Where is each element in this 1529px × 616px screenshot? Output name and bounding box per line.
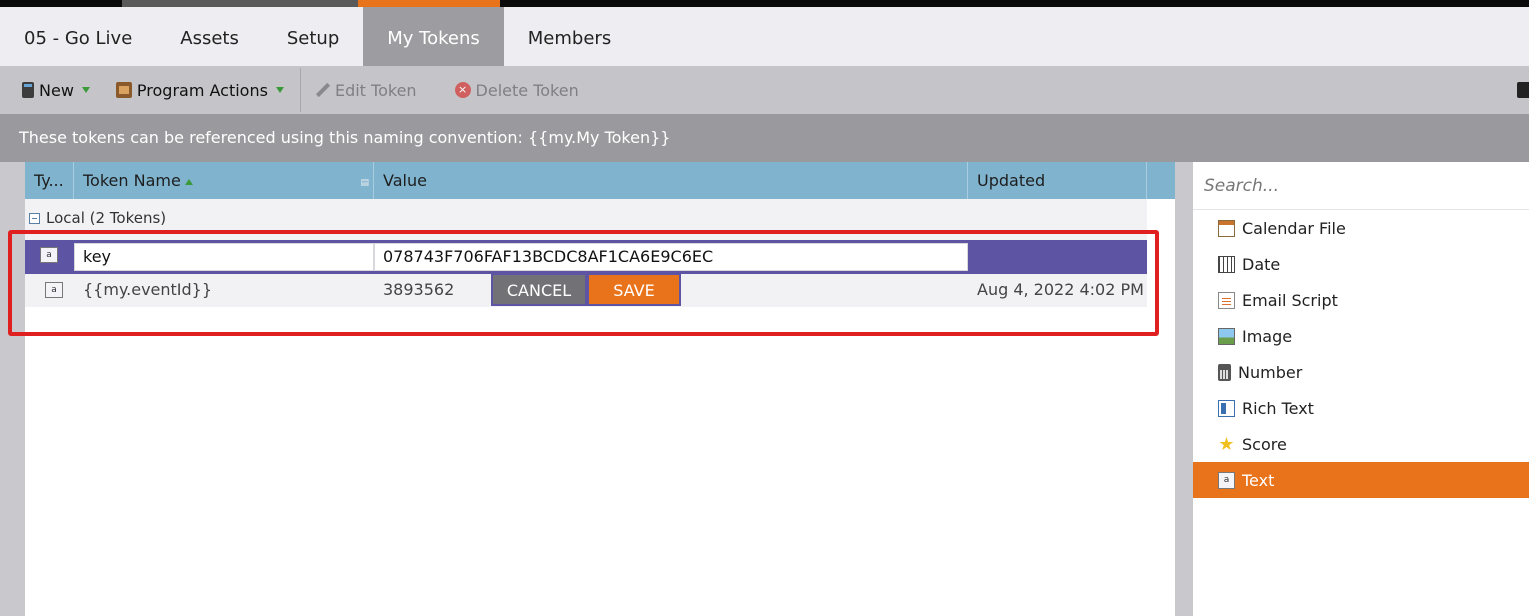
type-item-date[interactable]: Date	[1193, 246, 1529, 282]
type-item-text[interactable]: a Text	[1193, 462, 1529, 498]
column-updated-label: Updated	[977, 171, 1046, 190]
tab-members[interactable]: Members	[504, 7, 635, 66]
token-types-panel: Search... Calendar File Date Email Scrip…	[1193, 162, 1529, 616]
type-item-email-script[interactable]: Email Script	[1193, 282, 1529, 318]
tab-go-live[interactable]: 05 - Go Live	[0, 7, 156, 66]
new-label: New	[39, 80, 74, 100]
delete-icon: ×	[454, 82, 471, 98]
column-header-type[interactable]: Ty...	[25, 162, 74, 199]
type-item-label: Score	[1242, 434, 1287, 454]
token-type-list: Calendar File Date Email Script Image Nu…	[1193, 210, 1529, 498]
program-actions-label: Program Actions	[136, 80, 268, 100]
email-script-icon	[1218, 291, 1235, 309]
top-edge-bar	[0, 0, 1529, 7]
sort-ascending-icon	[184, 178, 193, 185]
number-icon	[1218, 363, 1231, 381]
column-header-value[interactable]: Value	[374, 162, 968, 199]
column-name-label: Token Name	[83, 171, 181, 190]
chevron-down-icon	[275, 87, 284, 93]
toolbar-divider	[299, 68, 301, 112]
naming-convention-info: These tokens can be referenced using thi…	[0, 114, 1529, 162]
delete-token-label: Delete Token	[475, 80, 579, 100]
text-icon: a	[1218, 471, 1235, 489]
rich-text-icon	[1218, 399, 1235, 417]
type-item-label: Rich Text	[1242, 398, 1314, 418]
program-actions-button[interactable]: Program Actions	[100, 66, 294, 114]
highlight-annotation	[8, 230, 1159, 336]
panel-splitter[interactable]	[1175, 162, 1193, 616]
new-icon	[22, 82, 34, 98]
date-icon	[1218, 255, 1235, 273]
program-actions-icon	[115, 82, 132, 98]
type-item-rich-text[interactable]: Rich Text	[1193, 390, 1529, 426]
type-item-label: Text	[1242, 470, 1275, 490]
type-item-number[interactable]: Number	[1193, 354, 1529, 390]
chevron-down-icon	[81, 87, 90, 93]
type-item-label: Date	[1242, 254, 1281, 274]
new-button[interactable]: New	[0, 66, 100, 114]
tab-setup[interactable]: Setup	[263, 7, 363, 66]
edit-token-button[interactable]: Edit Token	[307, 66, 427, 114]
pencil-icon	[315, 82, 331, 98]
column-header-token-name[interactable]: Token Name ▤	[74, 162, 374, 199]
tab-my-tokens[interactable]: My Tokens	[363, 7, 504, 66]
program-tabs: 05 - Go Live Assets Setup My Tokens Memb…	[0, 7, 1529, 66]
column-value-label: Value	[383, 171, 427, 190]
type-item-score[interactable]: ★ Score	[1193, 426, 1529, 462]
column-header-updated[interactable]: Updated	[968, 162, 1147, 199]
delete-token-button[interactable]: × Delete Token	[427, 66, 589, 114]
type-item-calendar-file[interactable]: Calendar File	[1193, 210, 1529, 246]
grid-header-filler	[1147, 162, 1175, 199]
grid-header: Ty... Token Name ▤ Value Updated	[25, 162, 1147, 199]
calendar-icon	[1218, 219, 1235, 237]
search-input[interactable]: Search...	[1193, 162, 1529, 210]
star-icon: ★	[1218, 433, 1235, 455]
type-item-label: Calendar File	[1242, 218, 1346, 238]
top-edge-segment	[122, 0, 358, 7]
active-tab-indicator	[358, 0, 500, 7]
column-menu-icon[interactable]: ▤	[360, 165, 369, 202]
column-type-label: Ty...	[34, 171, 64, 190]
collapse-icon[interactable]	[29, 212, 40, 224]
type-item-label: Email Script	[1242, 290, 1338, 310]
image-icon	[1218, 327, 1235, 345]
panel-toggle-icon[interactable]	[1517, 82, 1529, 98]
tab-assets[interactable]: Assets	[156, 7, 263, 66]
edit-token-label: Edit Token	[334, 80, 417, 100]
type-item-image[interactable]: Image	[1193, 318, 1529, 354]
type-item-label: Image	[1242, 326, 1293, 346]
type-item-label: Number	[1238, 362, 1303, 382]
toolbar: New Program Actions Edit Token × Delete …	[0, 66, 1529, 114]
